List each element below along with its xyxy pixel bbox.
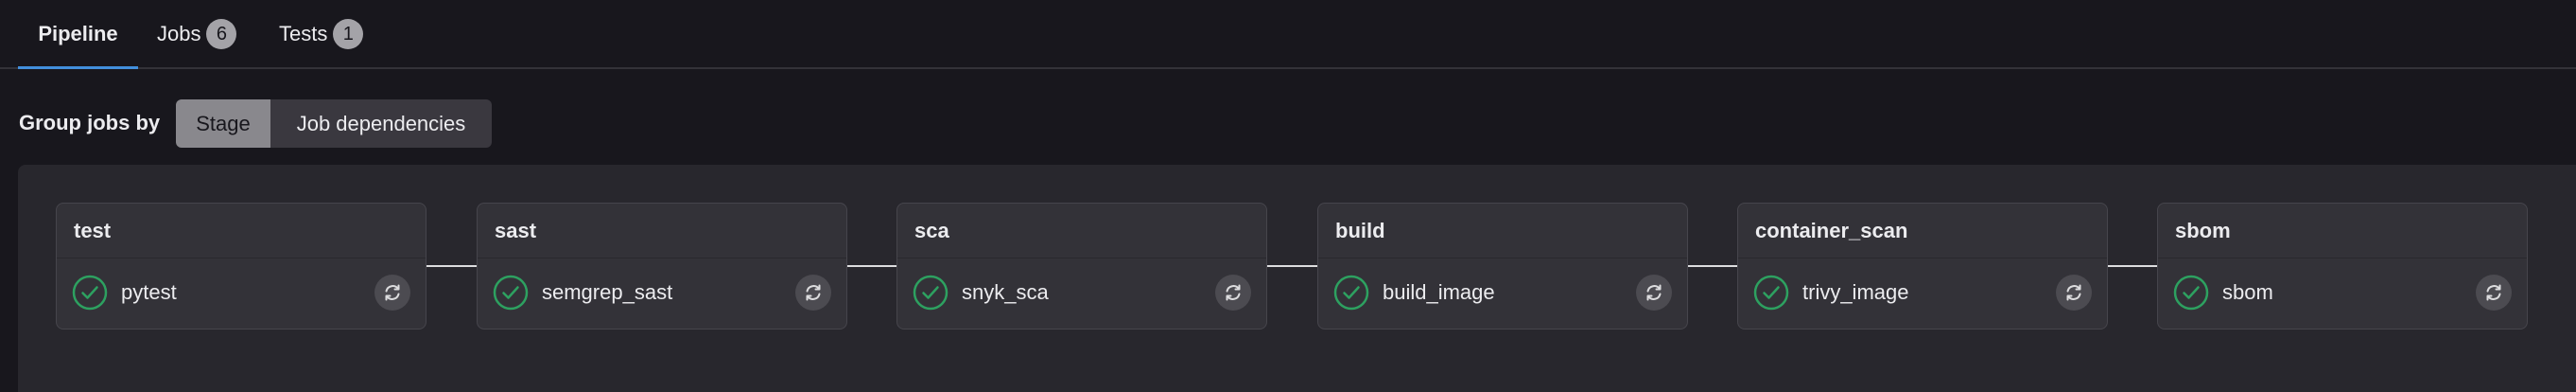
check-circle-icon <box>72 275 108 311</box>
retry-button[interactable] <box>795 275 831 311</box>
job-name: pytest <box>121 280 177 304</box>
job-name: sbom <box>2222 280 2273 304</box>
stage-column: container_scan trivy_image <box>1737 203 2108 330</box>
stage-connector <box>2108 265 2158 267</box>
pipeline-page: Pipeline Jobs 6 Tests 1 Group jobs by St… <box>0 0 2576 392</box>
job-item[interactable]: pytest <box>72 272 410 313</box>
tests-count-badge: 1 <box>333 18 364 49</box>
jobs-count-badge: 6 <box>206 18 237 49</box>
stage-connector <box>1267 265 1317 267</box>
stage-column: test pytest <box>56 203 426 330</box>
check-circle-icon <box>1753 275 1789 311</box>
group-by-toggle: Stage Job dependencies <box>176 99 492 148</box>
tab-tests[interactable]: Tests 1 <box>279 0 364 67</box>
stage-title: container_scan <box>1755 219 1908 242</box>
stage-title: sast <box>495 219 537 242</box>
retry-button[interactable] <box>374 275 410 311</box>
stage-title: build <box>1335 219 1385 242</box>
stage-connector <box>847 265 897 267</box>
stage-title: sbom <box>2175 219 2231 242</box>
job-name: build_image <box>1383 280 1495 304</box>
stage-column: sast semgrep_sast <box>477 203 847 330</box>
job-name: snyk_sca <box>962 280 1049 304</box>
stage-title: test <box>74 219 112 242</box>
stage-connector <box>1688 265 1738 267</box>
retry-icon <box>385 284 400 301</box>
pipeline-graph: test pytest sast semgrep_sast sca snyk_s… <box>18 165 2576 392</box>
tab-pipeline-label: Pipeline <box>38 21 118 45</box>
pipeline-tabs: Pipeline Jobs 6 Tests 1 <box>0 0 2576 69</box>
tab-jobs[interactable]: Jobs 6 <box>157 0 237 67</box>
group-by-dependencies-button[interactable]: Job dependencies <box>270 99 492 148</box>
stage-column: sca snyk_sca <box>896 203 1267 330</box>
job-item[interactable]: trivy_image <box>1753 272 2092 313</box>
group-by-stage-button[interactable]: Stage <box>176 99 270 148</box>
retry-icon <box>1646 284 1662 301</box>
check-circle-icon <box>493 275 529 311</box>
retry-button[interactable] <box>1636 275 1672 311</box>
group-jobs-by-label: Group jobs by <box>19 111 161 134</box>
job-name: trivy_image <box>1802 280 1909 304</box>
retry-icon <box>1226 284 1241 301</box>
job-item[interactable]: snyk_sca <box>913 272 1251 313</box>
check-circle-icon <box>1333 275 1369 311</box>
check-circle-icon <box>913 275 949 311</box>
job-item[interactable]: semgrep_sast <box>493 272 831 313</box>
stage-column: build build_image <box>1317 203 1688 330</box>
tab-jobs-label: Jobs <box>157 21 201 45</box>
job-item[interactable]: sbom <box>2173 272 2512 313</box>
stage-column: sbom sbom <box>2157 203 2528 330</box>
stage-connector <box>426 265 477 267</box>
job-name: semgrep_sast <box>542 280 673 304</box>
stage-title: sca <box>914 219 949 242</box>
check-circle-icon <box>2173 275 2209 311</box>
retry-icon <box>806 284 821 301</box>
retry-icon <box>2486 284 2501 301</box>
tab-pipeline[interactable]: Pipeline <box>18 0 138 69</box>
retry-button[interactable] <box>1215 275 1251 311</box>
retry-button[interactable] <box>2476 275 2512 311</box>
retry-icon <box>2066 284 2081 301</box>
retry-button[interactable] <box>2056 275 2092 311</box>
tab-tests-label: Tests <box>279 21 328 45</box>
job-item[interactable]: build_image <box>1333 272 1672 313</box>
